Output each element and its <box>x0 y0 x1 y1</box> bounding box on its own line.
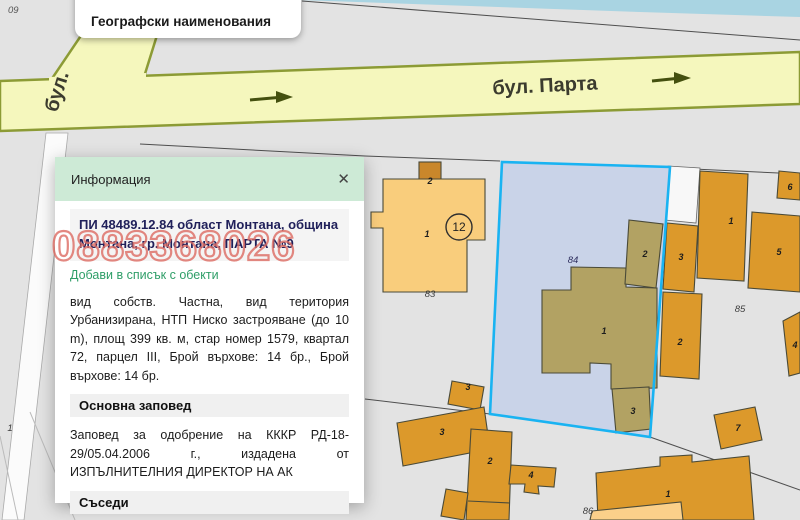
building-label: 4 <box>527 470 533 480</box>
building-label: 2 <box>426 176 432 186</box>
address-number: 12 <box>452 220 466 234</box>
building[interactable] <box>660 292 702 379</box>
building-label: 1 <box>424 229 429 239</box>
parcel-label: 09 <box>8 5 19 16</box>
property-title: ПИ 48489.12.84 област Монтана, община Мо… <box>70 209 349 261</box>
building-label: 3 <box>630 406 635 416</box>
building-label: 2 <box>676 337 682 347</box>
section-main-order: Основна заповед <box>70 394 349 417</box>
building[interactable] <box>441 489 468 520</box>
info-panel-body: ПИ 48489.12.84 област Монтана, община Мо… <box>55 201 364 520</box>
building-label: 3 <box>678 252 683 262</box>
parcel-label: 86 <box>583 506 594 517</box>
building-label: 1 <box>665 489 670 499</box>
section-neighbors: Съседи <box>70 491 349 514</box>
geographic-names-popup[interactable]: Географски наименования <box>75 0 301 38</box>
info-panel: Информация ✕ ПИ 48489.12.84 област Монта… <box>55 157 364 503</box>
building-label: 1 <box>728 216 733 226</box>
order-text: Заповед за одобрение на КККР РД-18-29/05… <box>70 426 349 482</box>
building-label: 2 <box>641 249 647 259</box>
close-icon[interactable]: ✕ <box>337 172 350 187</box>
property-details: вид собств. Частна, вид територия Урбани… <box>70 293 349 386</box>
info-panel-header: Информация ✕ <box>55 157 364 201</box>
parcel-label: 85 <box>735 304 746 315</box>
add-to-object-list-link[interactable]: Добави в списък с обекти <box>70 268 219 282</box>
geographic-names-label: Географски наименования <box>91 14 271 29</box>
parcel-label-selected: 84 <box>568 255 579 266</box>
building-label: 3 <box>465 382 470 392</box>
building-label: 2 <box>486 456 492 466</box>
parcel-label: 83 <box>425 289 436 300</box>
building-label: 4 <box>791 340 797 350</box>
info-panel-title: Информация <box>71 172 151 187</box>
building-label: 1 <box>601 326 606 336</box>
building[interactable] <box>748 212 800 292</box>
parcel-label: 1 <box>7 423 12 434</box>
cadastre-app: 2 1 12 1 2 3 3 1 6 5 2 4 3 3 2 4 7 1 09 … <box>0 0 800 520</box>
building[interactable] <box>697 171 748 281</box>
building-label: 3 <box>439 427 444 437</box>
building[interactable] <box>466 429 512 520</box>
